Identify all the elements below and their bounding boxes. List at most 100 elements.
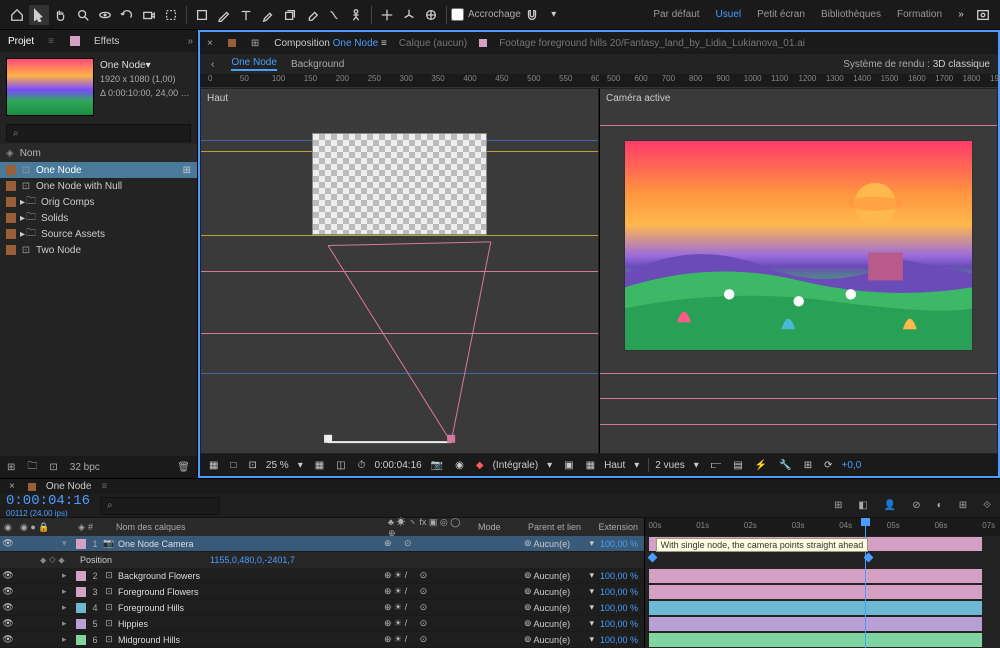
time-ruler[interactable]: 00s01s02s03s04s05s06s07s <box>645 518 1000 536</box>
shy-icon[interactable]: 👤 <box>881 500 899 511</box>
tab-effects[interactable]: Effets <box>90 34 123 49</box>
3d-view-dropdown[interactable]: Haut <box>604 460 625 471</box>
hand-tool-icon[interactable] <box>51 5 71 25</box>
brainstorm-icon[interactable]: ⟐ <box>980 500 994 511</box>
panel-collapse-icon[interactable]: » <box>187 36 193 47</box>
subtab-onenode[interactable]: One Node <box>231 57 277 71</box>
pan-behind-tool-icon[interactable] <box>161 5 181 25</box>
tag-icon[interactable]: ◈ <box>6 148 14 159</box>
axis-local-icon[interactable] <box>377 5 397 25</box>
current-time-icon[interactable]: ⏱ <box>355 460 369 471</box>
roto-tool-icon[interactable] <box>324 5 344 25</box>
workspace-small[interactable]: Petit écran <box>749 4 813 26</box>
layer-bar[interactable] <box>649 601 983 615</box>
label-color[interactable] <box>76 571 86 581</box>
draft3d-tl-icon[interactable]: ◧ <box>855 500 870 511</box>
layer-bar[interactable] <box>649 569 983 583</box>
label-color[interactable] <box>76 619 86 629</box>
snap-magnet-icon[interactable] <box>522 5 542 25</box>
motion-blur-icon[interactable]: ◐ <box>934 500 946 511</box>
project-item[interactable]: ▸ 🗀Orig Comps <box>0 194 197 210</box>
channel-icon[interactable]: ◆ <box>473 460 487 471</box>
visibility-toggle-icon[interactable]: 👁 <box>0 634 16 645</box>
rotate-tool-icon[interactable] <box>117 5 137 25</box>
axis-world-icon[interactable] <box>399 5 419 25</box>
snap-toggle[interactable]: Accrochage <box>451 8 521 21</box>
snap-options-icon[interactable]: ▾ <box>544 5 564 25</box>
mask-toggle-icon[interactable]: ◫ <box>333 460 348 471</box>
project-item[interactable]: ▸ 🗀Solids <box>0 210 197 226</box>
comp-flowchart-icon[interactable]: ⊞ <box>801 460 815 471</box>
views-layout-dropdown[interactable]: 2 vues <box>655 460 684 471</box>
resolution-dropdown[interactable]: (Intégrale) <box>493 460 539 471</box>
project-list[interactable]: ⊡One Node⊞⊡One Node with Null▸ 🗀Orig Com… <box>0 162 197 309</box>
puppet-tool-icon[interactable] <box>346 5 366 25</box>
pickwhip-icon[interactable]: ⊚ <box>524 586 532 597</box>
reset-exposure-icon[interactable]: ⟳ <box>821 460 835 471</box>
camera-tool-icon[interactable] <box>139 5 159 25</box>
renderer-dropdown[interactable]: 3D classique <box>933 59 990 70</box>
flowchart-icon[interactable]: ⊞ <box>248 38 262 49</box>
pen-tool-icon[interactable] <box>214 5 234 25</box>
zoom-tool-icon[interactable] <box>73 5 93 25</box>
twirl-icon[interactable]: ▸ <box>62 618 74 629</box>
zoom-dropdown[interactable]: 25 % <box>266 460 289 471</box>
layer-bar[interactable] <box>649 633 983 647</box>
workspace-learn[interactable]: Formation <box>889 4 950 26</box>
pickwhip-icon[interactable]: ⊚ <box>524 538 532 549</box>
search-help-icon[interactable] <box>973 5 993 25</box>
pixel-aspect-icon[interactable]: ▤ <box>730 460 745 471</box>
layer-row[interactable]: 👁 ▸ 6 ⊡ Midground Hills ⊕ ☀ / ⊙ ⊚ Aucun(… <box>0 632 644 648</box>
visibility-toggle-icon[interactable]: 👁 <box>0 570 16 581</box>
back-icon[interactable]: ‹ <box>208 59 217 70</box>
roi-icon[interactable]: ▣ <box>561 460 576 471</box>
project-item[interactable]: ⊡One Node⊞ <box>0 162 197 178</box>
twirl-icon[interactable]: ▸ <box>62 634 74 645</box>
draft3d-icon[interactable]: □ <box>227 460 239 471</box>
col-name[interactable]: Nom <box>20 148 41 159</box>
timeline-tracks[interactable]: 00s01s02s03s04s05s06s07s With single nod… <box>644 518 1000 648</box>
clone-tool-icon[interactable] <box>280 5 300 25</box>
layer-row[interactable]: 👁 ▸ 5 ⊡ Hippies ⊕ ☀ / ⊙ ⊚ Aucun(e) ▾ 100… <box>0 616 644 632</box>
twirl-icon[interactable]: ▸ <box>62 570 74 581</box>
twirl-icon[interactable]: ▸ <box>62 602 74 613</box>
brush-tool-icon[interactable] <box>258 5 278 25</box>
subtab-background[interactable]: Background <box>291 59 344 70</box>
eraser-tool-icon[interactable] <box>302 5 322 25</box>
snapshot-icon[interactable]: 📷 <box>428 460 446 471</box>
graph-editor-icon[interactable]: ⊞ <box>956 500 970 511</box>
layer-bar[interactable] <box>649 617 983 631</box>
layer-tab[interactable]: Calque (aucun) <box>399 38 467 49</box>
share-view-icon[interactable]: ⫍ <box>708 460 725 471</box>
property-row[interactable]: ⬥ ◇ ⬥Position1155,0,480,0,-2401,7 <box>0 552 644 568</box>
twirl-icon[interactable]: ▾ <box>62 538 74 549</box>
timeline-close-icon[interactable]: × <box>6 481 18 492</box>
fast-preview-icon[interactable]: ⚡ <box>752 460 770 471</box>
ground-plane-icon[interactable]: ⊡ <box>246 460 260 471</box>
visibility-toggle-icon[interactable]: 👁 <box>0 602 16 613</box>
orbit-tool-icon[interactable] <box>95 5 115 25</box>
visibility-toggle-icon[interactable]: 👁 <box>0 586 16 597</box>
bpc-toggle[interactable]: 32 bpc <box>67 462 103 473</box>
visibility-toggle-icon[interactable]: 👁 <box>0 538 16 549</box>
project-item[interactable]: ⊡Two Node <box>0 242 197 258</box>
new-comp-icon[interactable]: ⊡ <box>46 462 60 473</box>
label-color[interactable] <box>76 539 86 549</box>
project-item[interactable]: ▸ 🗀Source Assets <box>0 226 197 242</box>
type-tool-icon[interactable] <box>236 5 256 25</box>
timecode-display[interactable]: 0:00:04:16 <box>6 493 90 509</box>
selection-tool-icon[interactable] <box>29 5 49 25</box>
layer-row[interactable]: 👁 ▸ 3 ⊡ Foreground Flowers ⊕ ☀ / ⊙ ⊚ Auc… <box>0 584 644 600</box>
frame-blend-icon[interactable]: ⊘ <box>909 500 923 511</box>
visibility-toggle-icon[interactable]: 👁 <box>0 618 16 629</box>
tab-project[interactable]: Projet <box>4 34 38 49</box>
workspace-usual[interactable]: Usuel <box>708 4 750 26</box>
shape-tool-icon[interactable] <box>192 5 212 25</box>
keyframe-icon[interactable] <box>647 553 657 563</box>
pickwhip-icon[interactable]: ⊚ <box>524 602 532 613</box>
show-snapshot-icon[interactable]: ◉ <box>452 460 467 471</box>
layer-row[interactable]: 👁 ▸ 4 ⊡ Foreground Hills ⊕ ☀ / ⊙ ⊚ Aucun… <box>0 600 644 616</box>
interpret-footage-icon[interactable]: ⊞ <box>4 462 18 473</box>
preview-time[interactable]: 0:00:04:16 <box>374 460 421 471</box>
workspace-default[interactable]: Par défaut <box>645 4 707 26</box>
